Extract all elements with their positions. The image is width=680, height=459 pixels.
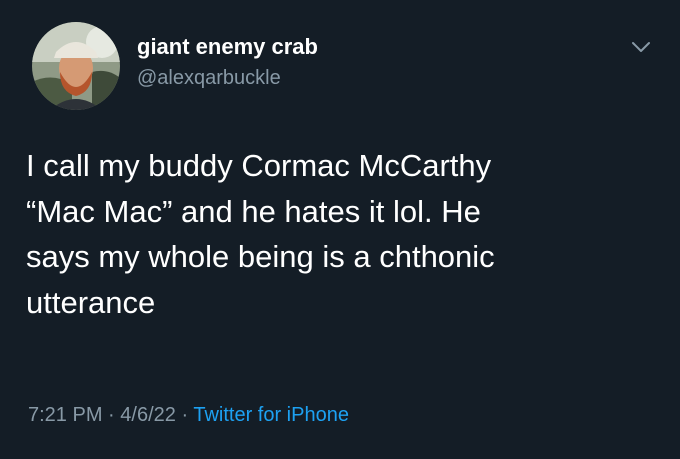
tweet-time[interactable]: 7:21 PM [28,404,102,426]
tweet-text-line: “Mac Mac” and he hates it lol. He [26,193,481,229]
tweet-metadata: 7:21 PM · 4/6/22 · Twitter for iPhone [28,404,349,427]
user-handle[interactable]: @alexqarbuckle [137,67,281,90]
meta-separator: · [181,404,189,426]
meta-separator: · [108,404,115,426]
chevron-down-icon[interactable] [628,36,654,58]
tweet-text-line: utterance [26,284,156,320]
display-name[interactable]: giant enemy crab [137,34,318,60]
avatar-image [32,22,120,110]
tweet-source-link[interactable]: Twitter for iPhone [193,404,349,426]
tweet-text-line: says my whole being is a chthonic [26,239,495,274]
avatar[interactable] [32,22,120,110]
tweet-card: giant enemy crab @alexqarbuckle I call m… [0,0,680,459]
tweet-date[interactable]: 4/6/22 [120,404,176,426]
tweet-text-line: I call my buddy Cormac McCarthy [26,148,492,183]
tweet-text: I call my buddy Cormac McCarthy “Mac Mac… [26,143,656,325]
